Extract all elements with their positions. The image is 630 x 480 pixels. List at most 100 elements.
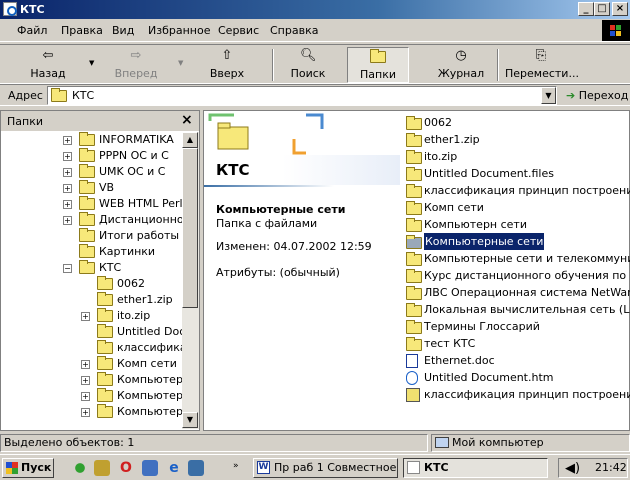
menu-help[interactable]: Справка [270,24,318,37]
expand-icon[interactable]: + [63,216,72,225]
menu-view[interactable]: Вид [112,24,134,37]
menu-edit[interactable]: Правка [61,24,103,37]
collapse-icon[interactable]: − [63,264,72,273]
quicklaunch-outlook-icon[interactable] [142,460,158,476]
tree-item-label: VB [99,181,115,194]
folder-icon [97,308,113,322]
up-button[interactable]: ⇧ Вверх [202,47,252,83]
move-to-icon: ⎘ [535,48,547,63]
address-input[interactable]: КТС ▼ [47,86,557,105]
title-bar[interactable]: КТС _ □ × [0,0,630,19]
back-dropdown-icon[interactable]: ▼ [89,59,94,67]
task-explorer-ktc[interactable]: КТС [403,458,548,478]
expand-icon[interactable]: + [81,376,90,385]
status-selection: Выделено объектов: 1 [0,434,428,452]
tree-item-label: ether1.zip [117,293,173,306]
quicklaunch-app-icon[interactable] [94,460,110,476]
folders-button[interactable]: Папки [347,47,409,83]
folder-icon [406,337,422,351]
scroll-thumb[interactable] [182,148,198,308]
file-item-label: Курс дистанционного обучения по КТС [424,269,630,282]
expand-icon[interactable]: + [81,408,90,417]
close-button[interactable]: × [612,2,628,16]
expand-icon[interactable]: + [63,184,72,193]
folder-icon [406,184,422,198]
tree-item-label: 0062 [117,277,145,290]
folder-tree: + INFORMATIKA + PPPN ОС и С + UMK ОС и С + VB + W… [1,132,183,428]
quicklaunch-more-icon[interactable]: » [233,461,239,471]
quicklaunch-desktop-icon[interactable] [188,460,204,476]
expand-icon[interactable]: + [63,136,72,145]
expand-icon[interactable]: + [63,152,72,161]
tree-scrollbar[interactable]: ▲ ▼ [182,132,199,429]
forward-button[interactable]: ⇨ Вперед [104,47,168,83]
folder-icon [79,212,95,226]
folder-icon [79,260,95,274]
history-button[interactable]: ◷ Журнал [436,47,486,83]
file-item-label: Комп сети [424,201,484,214]
zip-icon [406,388,420,402]
menu-file[interactable]: Файл [17,24,47,37]
file-item-label: Компьютерные сети и телекоммуникации [424,252,630,265]
folder-icon [79,148,95,162]
toolbar: ⇦ Назад ▼ ⇨ Вперед ▼ ⇧ Вверх 🔍︎ Поиск Па… [0,44,630,84]
search-button[interactable]: 🔍︎ Поиск [282,47,334,83]
shared-folder-icon [406,235,422,249]
tree-item-label: классификаци [117,341,183,354]
menu-favorites[interactable]: Избранное [148,24,210,37]
clock[interactable]: 21:42 [595,459,627,477]
close-panel-icon[interactable]: × [181,112,193,128]
scroll-up-button[interactable]: ▲ [182,132,198,148]
title-underline [204,185,334,187]
volume-icon[interactable]: ◀) [565,460,580,478]
expand-icon[interactable]: + [81,312,90,321]
expand-icon[interactable]: + [81,360,90,369]
file-item-label: тест КТС [424,337,476,350]
scroll-down-button[interactable]: ▼ [182,412,198,428]
history-icon: ◷ [455,48,467,63]
expand-icon[interactable]: + [63,168,72,177]
ie-doc-icon [406,371,418,385]
quicklaunch-opera-icon[interactable]: O [118,460,134,476]
start-button[interactable]: Пуск [2,458,54,478]
attributes: Атрибуты: (обычный) [216,266,340,279]
folder-icon [97,276,113,290]
forward-dropdown-icon[interactable]: ▼ [178,59,183,67]
go-button[interactable]: ➔ Переход [566,87,630,105]
selected-item-type: Папка с файлами [216,217,318,230]
menu-tools[interactable]: Сервис [218,24,259,37]
quicklaunch-icq-icon[interactable] [72,460,88,476]
menu-bar: Файл Правка Вид Избранное Сервис Справка [0,19,630,42]
folder-icon [79,244,95,258]
content-pane: КТС Компьютерные сети Папка с файлами Из… [203,110,630,431]
task-word-document[interactable]: W Пр раб 1 Совместное ... [253,458,398,478]
file-item-label: классификация принцип построения ЛВС [424,388,630,401]
folders-panel-header: Папки × [1,111,199,131]
explorer-icon [3,2,17,16]
folder-icon [79,132,95,146]
explorer-icon [407,461,420,474]
file-list: 0062 ether1.zip ito.zip Untitled Document.f… [404,114,630,430]
folder-icon [79,164,95,178]
address-dropdown-button[interactable]: ▼ [541,87,556,104]
folder-icon [406,201,422,215]
modified-date: Изменен: 04.07.2002 12:59 [216,240,372,253]
folder-icon [406,133,422,147]
expand-icon[interactable]: + [81,392,90,401]
maximize-button[interactable]: □ [594,2,610,16]
file-item-label: Untitled Document.files [424,167,554,180]
back-button[interactable]: ⇦ Назад [18,47,78,83]
folders-panel-title: Папки [7,115,43,128]
quicklaunch-ie-icon[interactable]: e [166,460,182,476]
minimize-button[interactable]: _ [578,2,594,16]
search-icon: 🔍︎ [300,48,317,63]
file-item-label: 0062 [424,116,452,129]
address-label: Адрес [8,89,43,102]
move-to-button[interactable]: ⎘ Перемести... [505,47,579,83]
tree-item-label: UMK ОС и С [99,165,166,178]
folder-icon [97,340,113,354]
tree-item-label: Untitled Docu [117,325,183,338]
folder-icon [406,167,422,181]
expand-icon[interactable]: + [63,200,72,209]
file-item-label: Untitled Document.htm [424,371,554,384]
